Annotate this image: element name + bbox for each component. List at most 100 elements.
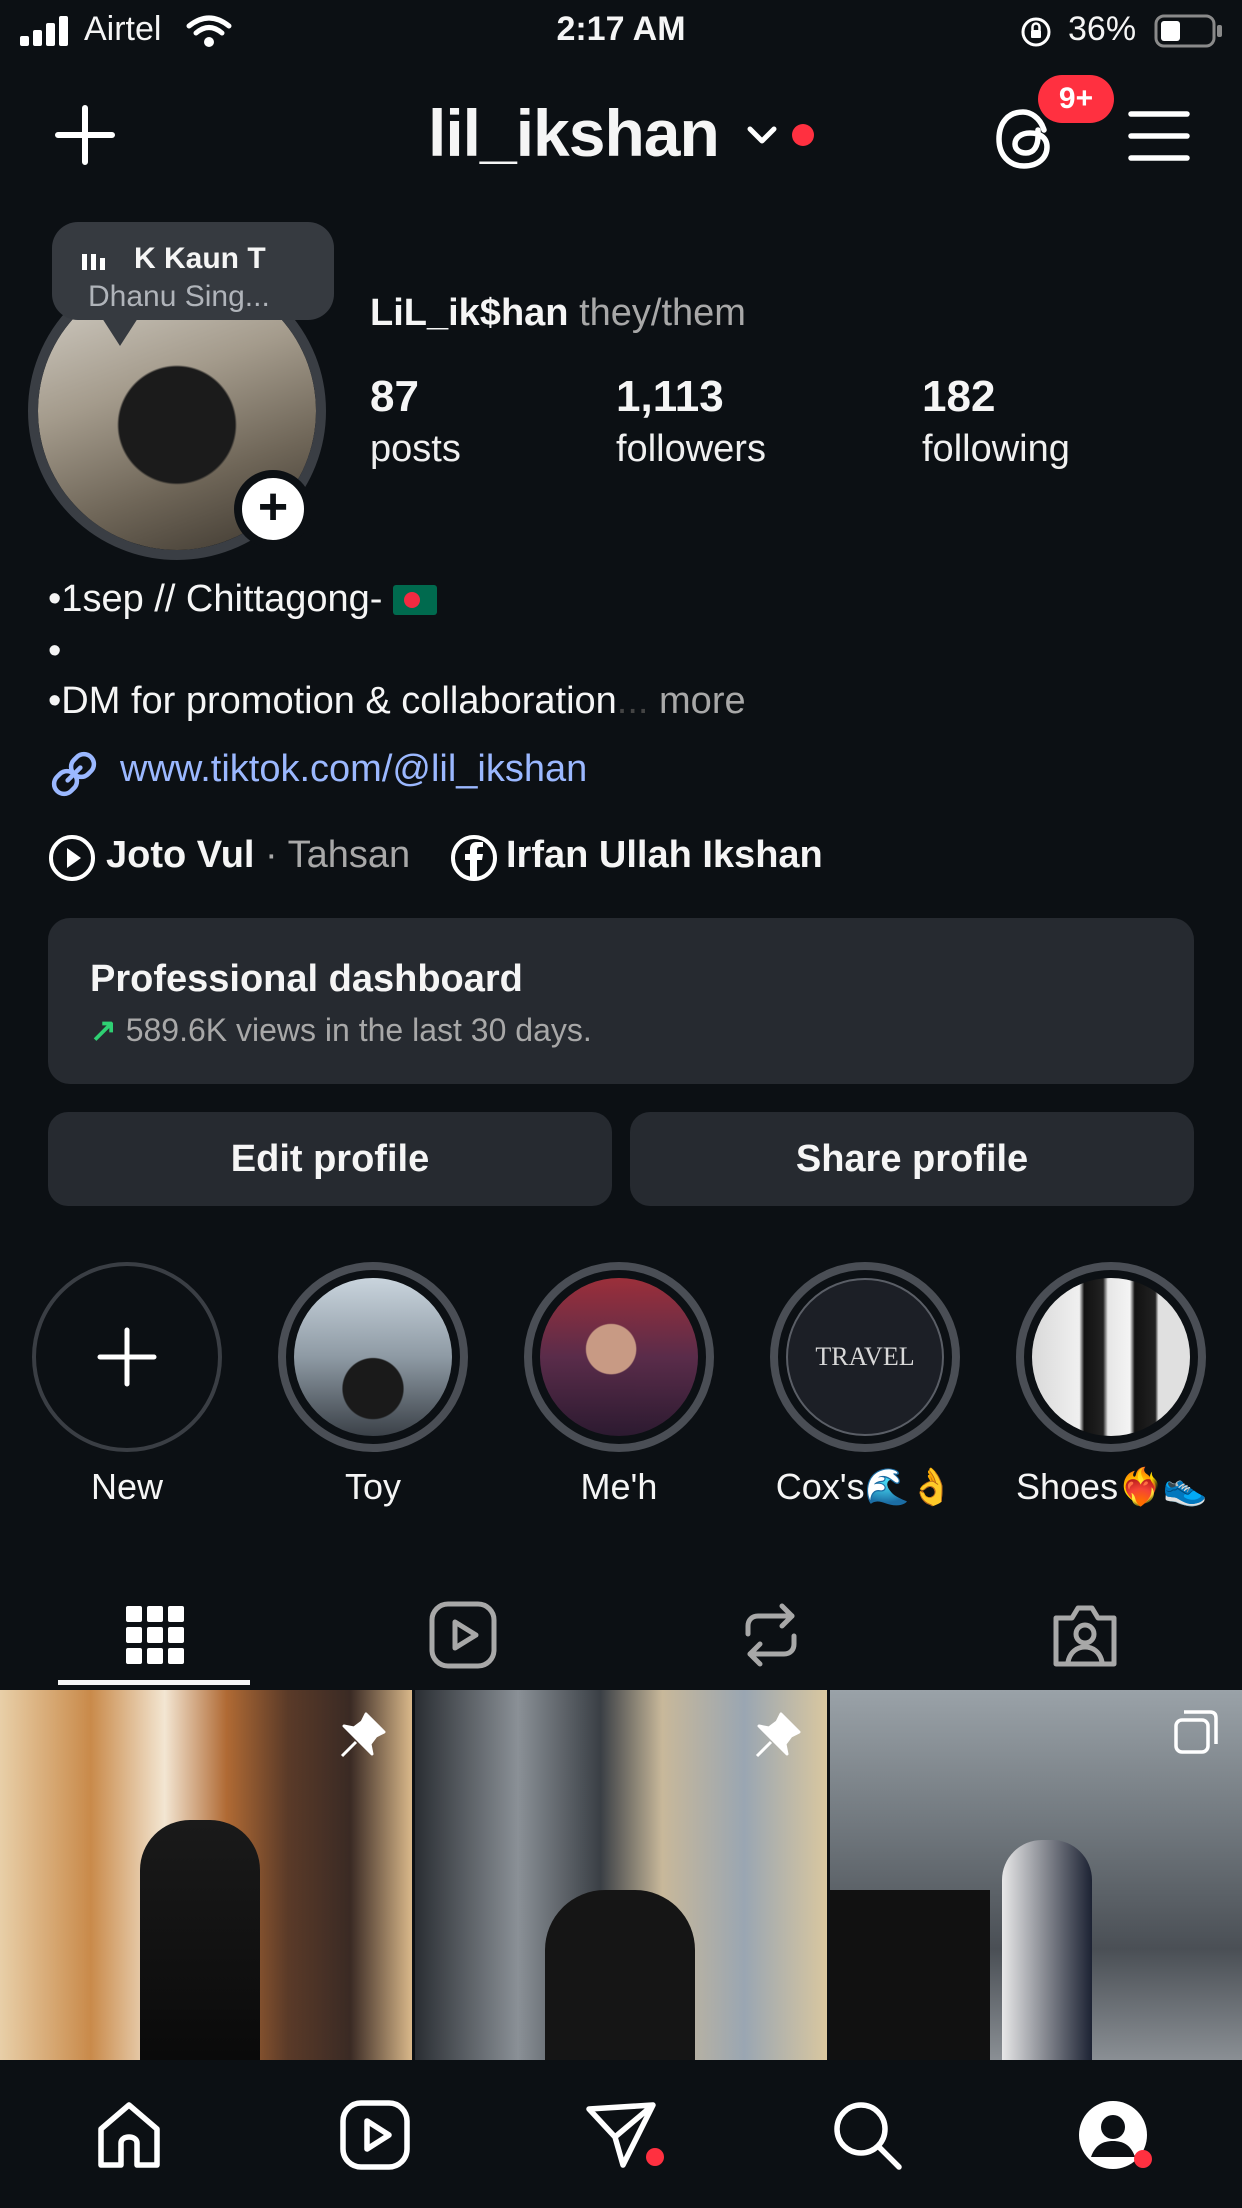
chevron-down-icon[interactable] [746, 124, 778, 146]
status-bar: Airtel 2:17 AM 36% [0, 0, 1242, 62]
post-figure [140, 1820, 260, 2060]
grid-icon [126, 1606, 184, 1664]
bio-text: •1sep // Chittagong- [48, 578, 383, 620]
highlight-toy[interactable]: Toy [278, 1262, 468, 1508]
facebook-name: Irfan Ullah Ikshan [506, 834, 823, 876]
audio-bars-icon [82, 254, 105, 270]
reels-icon [340, 2100, 410, 2170]
share-profile-button[interactable]: Share profile [630, 1112, 1194, 1206]
profile-song[interactable]: Joto Vul · Tahsan [106, 834, 410, 877]
battery-percent: 36% [1068, 10, 1137, 48]
stat-value: 87 [370, 372, 419, 421]
highlight-coxs[interactable]: TRAVEL Cox's🌊👌 [770, 1262, 960, 1508]
highlight-label: Me'h [580, 1466, 658, 1507]
bio-line-3: •DM for promotion & collaboration... mor… [48, 680, 746, 723]
song-separator: · [265, 834, 278, 876]
new-highlight-ring [32, 1262, 222, 1452]
home-icon [98, 2102, 160, 2168]
clock: 2:17 AM [556, 10, 686, 48]
active-tab-indicator [58, 1680, 250, 1685]
carousel-icon [1174, 1710, 1218, 1754]
threads-notification-badge: 9+ [1038, 75, 1114, 123]
highlight-new[interactable]: New [32, 1262, 222, 1508]
song-artist: Tahsan [287, 834, 411, 876]
facebook-link[interactable]: Irfan Ullah Ikshan [506, 834, 823, 877]
music-track: K Kaun T [134, 242, 266, 275]
nav-reels[interactable] [330, 2090, 420, 2180]
travel-cover-text: TRAVEL [815, 1342, 915, 1371]
bio-text: •DM for promotion & collaboration [48, 680, 617, 722]
post-figure [545, 1890, 695, 2060]
account-notification-dot [792, 124, 814, 146]
facebook-icon [451, 835, 497, 881]
stat-label: followers [616, 428, 766, 470]
stat-followers[interactable]: 1,113 followers [616, 372, 766, 471]
highlight-cover: TRAVEL [786, 1278, 944, 1436]
pin-icon [340, 1712, 386, 1758]
highlight-cover [540, 1278, 698, 1436]
username-title[interactable]: lil_ikshan [428, 95, 720, 171]
menu-icon[interactable] [1128, 110, 1190, 162]
music-artist: Dhanu Sing... [88, 280, 270, 313]
professional-dashboard-card[interactable]: Professional dashboard ↗ 589.6K views in… [48, 918, 1194, 1084]
display-name-row: LiL_ik$han they/them [370, 292, 746, 335]
highlight-cover [1032, 1278, 1190, 1436]
profile-tabs [0, 1582, 1242, 1692]
highlight-ring [1016, 1262, 1206, 1452]
display-name: LiL_ik$han [370, 292, 569, 334]
stat-posts[interactable]: 87 posts [370, 372, 461, 471]
pronouns: they/them [579, 292, 746, 334]
post-car [830, 1890, 990, 2060]
post-thumbnail[interactable] [0, 1690, 412, 2060]
dashboard-subtitle: ↗ 589.6K views in the last 30 days. [90, 1011, 1194, 1049]
stat-label: following [922, 428, 1070, 470]
tagged-icon [1053, 1605, 1117, 1667]
add-story-button[interactable]: + [234, 470, 312, 548]
edit-profile-button[interactable]: Edit profile [48, 1112, 612, 1206]
tab-grid[interactable] [60, 1582, 250, 1688]
highlight-ring: TRAVEL [770, 1262, 960, 1452]
tab-reposts[interactable] [676, 1582, 866, 1688]
pin-icon [755, 1712, 801, 1758]
bubble-tail [102, 318, 138, 346]
post-thumbnail[interactable] [830, 1690, 1242, 2060]
highlight-label: Toy [344, 1466, 402, 1507]
profile-link[interactable]: www.tiktok.com/@lil_ikshan [120, 748, 587, 791]
messages-dot [646, 2148, 664, 2166]
tab-tagged[interactable] [990, 1582, 1180, 1688]
music-note-bubble[interactable]: K Kaun T Dhanu Sing... [52, 222, 334, 346]
bio-line-2: • [48, 630, 62, 672]
posts-grid [0, 1690, 1242, 2060]
tab-reels[interactable] [368, 1582, 558, 1688]
nav-search[interactable] [822, 2090, 912, 2180]
plus-icon [97, 1327, 157, 1387]
nav-messages[interactable] [576, 2090, 666, 2180]
profile-dot [1134, 2150, 1152, 2168]
highlight-shoes[interactable]: Shoes❤️‍🔥👟 [1016, 1262, 1208, 1508]
bangladesh-flag-icon [392, 585, 437, 615]
play-circle-icon [49, 835, 95, 881]
dashboard-title: Professional dashboard [90, 958, 523, 1000]
highlight-cover [294, 1278, 452, 1436]
highlight-label: Shoes❤️‍🔥👟 [1016, 1466, 1208, 1507]
stat-value: 1,113 [616, 372, 724, 421]
stat-following[interactable]: 182 following [922, 372, 1070, 471]
highlight-meh[interactable]: Me'h [524, 1262, 714, 1508]
search-icon [834, 2102, 902, 2170]
stat-value: 182 [922, 372, 996, 421]
post-figure [1002, 1840, 1092, 2060]
battery-icon [1154, 14, 1222, 48]
highlight-ring [278, 1262, 468, 1452]
bio-line-1: •1sep // Chittagong- [48, 578, 437, 621]
song-title: Joto Vul [106, 834, 255, 876]
bio-ellipsis: ... [616, 680, 649, 722]
nav-home[interactable] [84, 2090, 174, 2180]
highlight-label: New [90, 1466, 164, 1507]
bio-more-link[interactable]: more [659, 680, 746, 722]
reels-icon [429, 1601, 497, 1669]
reposts-icon [745, 1603, 797, 1667]
highlight-ring [524, 1262, 714, 1452]
highlight-label: Cox's🌊👌 [775, 1466, 955, 1507]
post-thumbnail[interactable] [415, 1690, 827, 2060]
plus-icon[interactable] [54, 104, 116, 166]
